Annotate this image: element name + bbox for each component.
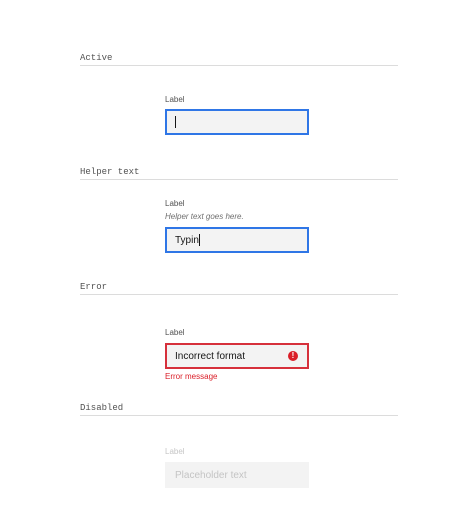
section-title-helper: Helper text bbox=[80, 168, 398, 180]
error-message: Error message bbox=[165, 372, 218, 381]
section-title-active: Active bbox=[80, 54, 398, 66]
active-text-input[interactable] bbox=[165, 109, 309, 135]
input-value: Typin bbox=[175, 234, 199, 246]
input-value: Incorrect format bbox=[175, 350, 246, 362]
error-icon: ! bbox=[288, 351, 298, 361]
text-cursor bbox=[198, 234, 200, 246]
field-label: Label bbox=[165, 199, 185, 208]
text-cursor bbox=[175, 116, 176, 128]
field-label: Label bbox=[165, 328, 185, 337]
helper-text: Helper text goes here. bbox=[165, 212, 244, 221]
helper-text-input[interactable]: Typin bbox=[165, 227, 309, 253]
field-label: Label bbox=[165, 447, 185, 456]
field-label: Label bbox=[165, 95, 185, 104]
section-title-error: Error bbox=[80, 283, 398, 295]
input-placeholder: Placeholder text bbox=[175, 469, 247, 481]
section-title-disabled: Disabled bbox=[80, 404, 398, 416]
error-text-input[interactable]: Incorrect format ! bbox=[165, 343, 309, 369]
disabled-text-input: Placeholder text bbox=[165, 462, 309, 488]
